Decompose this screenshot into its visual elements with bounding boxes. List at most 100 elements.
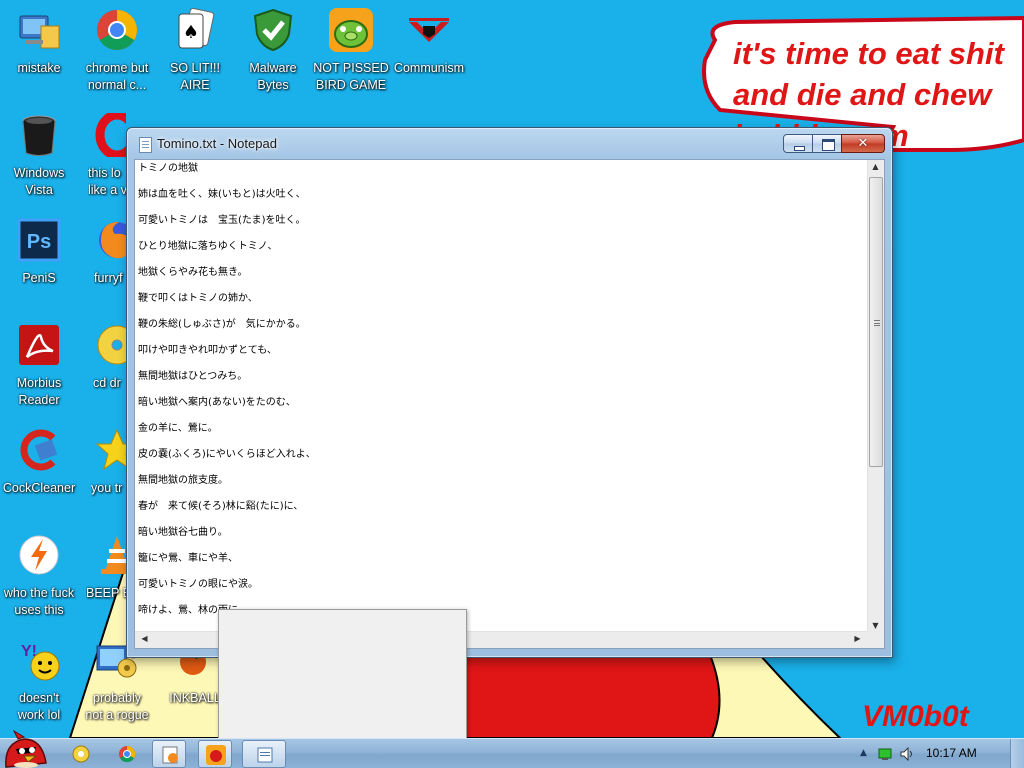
text-line: 春が 来て候(そろ)林に谿(たに)に、 [138,501,304,512]
scroll-up-arrow-icon[interactable]: ▲ [868,162,883,171]
text-line: 地獄くらやみ花も無き。 [138,267,248,278]
computer-folder-icon [19,15,60,49]
desktop-icon-label: cd dr [93,376,121,390]
network-icon[interactable] [878,747,892,761]
desktop-icon-label: doesn't work lol [17,691,61,722]
close-icon: ✕ [857,136,869,151]
maximize-button[interactable] [812,134,842,153]
desktop-icon-communism[interactable]: Communism [390,2,468,102]
notepad-icon [139,137,152,153]
lightning-orb-icon [19,535,59,575]
vertical-scrollbar[interactable]: ▲ ▼ [867,160,884,632]
text-line: トミノの地獄 [138,163,198,174]
desktop-icon-mistake[interactable]: mistake [0,2,78,102]
yahoo-smiley-icon: Y! [21,643,60,681]
desktop-icon-label: BEEP B [86,586,126,600]
taskbar-chrome[interactable] [110,740,144,768]
window-title: Tomino.txt - Notepad [157,136,277,151]
desktop-icon-firefox[interactable]: furryf [78,212,126,312]
scroll-down-arrow-icon[interactable]: ▼ [868,621,883,630]
desktop-icon-bird-game[interactable]: NOT PISSED BIRD GAME [312,2,390,102]
volume-icon[interactable] [900,747,916,761]
text-line: 可愛いトミノの眼にや涙。 [138,579,258,590]
desktop-icon-label: PeniS [22,271,56,285]
desktop-icon-cd-drive[interactable]: cd dr [78,317,126,417]
taskbar: ▲ 10:17 AM [0,729,1024,768]
solitaire-cards-icon: ♠ [178,8,215,49]
minimize-button[interactable] [783,134,813,153]
scroll-left-arrow-icon[interactable]: ◀ [137,634,152,643]
text-line: 鞭で叩くはトミノの姉か、 [138,293,258,304]
blank-popup-window[interactable] [218,609,467,739]
communism-emblem-icon [409,18,449,42]
desktop-icon-chrome[interactable]: chrome but normal c... [78,2,156,102]
text-line: 鞭の朱総(しゅぶさ)が 気にかかる。 [138,319,306,330]
acrobat-reader-icon [19,325,59,365]
desktop-icon-opera[interactable]: this lo like a v [78,107,126,207]
taskbar-explorer[interactable] [64,740,98,768]
desktop-icon-morbius-reader[interactable]: Morbius Reader [0,317,78,417]
desktop-icon-yahoo[interactable]: Y! doesn't work lol [0,632,78,732]
text-line: ひとり地獄に落ちゆくトミノ、 [138,241,278,252]
vlc-cone-icon [101,536,126,574]
desktop-icon-label: CockCleaner [2,481,76,495]
folder-icon [72,745,90,763]
size-grip[interactable] [867,631,884,648]
taskbar-media[interactable] [152,740,186,768]
taskbar-bird-game[interactable] [198,740,232,768]
thumb-grip-icon [874,320,880,326]
svg-text:Ps: Ps [27,231,51,253]
cd-disc-icon [97,325,126,365]
svg-text:♠: ♠ [183,22,199,43]
text-editor[interactable]: トミノの地獄姉は血を吐く、妹(いもと)は火吐く、 可愛いトミノは 宝玉(たま)を吐… [135,160,867,632]
desktop-icon-label: Windows Vista [13,166,65,197]
wall-yellow-figure-right [708,654,843,739]
desktop-icon-label: NOT PISSED BIRD GAME [313,61,389,92]
wallpaper-signature: VM0b0t [862,700,969,733]
recycle-bin-icon [22,115,56,156]
taskbar-notepad[interactable] [242,740,286,768]
desktop-icon-avast[interactable]: who the fuck uses this [0,527,78,627]
text-line: 皮の嚢(ふくろ)にやいくらほど入れよ、 [138,449,316,460]
text-line: 金の羊に、鶯に。 [138,423,218,434]
desktop-icon-label: SO LIT!!! AIRE [169,61,220,92]
system-tray: ▲ 10:17 AM [854,739,1024,768]
desktop-icon-label: you tr [91,481,123,495]
desktop-icon-ccleaner[interactable]: CockCleaner [0,422,78,522]
show-hidden-icons-icon[interactable]: ▲ [860,748,867,758]
text-line: 可愛いトミノは 宝玉(たま)を吐く。 [138,215,306,226]
desktop-icon-label: who the fuck uses this [3,586,75,617]
wall-red-shape [465,654,724,739]
angry-bird-start-orb-icon[interactable] [2,729,48,768]
ccleaner-icon [20,429,58,471]
desktop-icon-solitaire[interactable]: ♠ SO LIT!!! AIRE [156,2,234,102]
desktop-icon-vlc[interactable]: BEEP B [78,527,126,627]
green-pig-icon [329,8,373,52]
desktop-icon-windows-vista[interactable]: Windows Vista [0,107,78,207]
chrome-icon [119,745,136,763]
scrollbar-thumb[interactable] [869,177,883,467]
text-line: 暗い地獄谷七曲り。 [138,527,228,538]
notepad-icon [257,747,273,763]
notepad-window[interactable]: Tomino.txt - Notepad ✕ トミノの地獄姉は血を吐く、妹(いも… [126,127,893,658]
angry-bird-icon [206,745,226,765]
caption-buttons: ✕ [783,134,885,153]
text-line: 暗い地獄へ案内(あない)をたのむ、 [138,397,296,408]
scroll-right-arrow-icon[interactable]: ▶ [850,634,865,643]
show-desktop-button[interactable] [1010,739,1024,768]
desktop-icon-star[interactable]: you tr [78,422,126,522]
notepad-client-area: トミノの地獄姉は血を吐く、妹(いもと)は火吐く、 可愛いトミノは 宝玉(たま)を吐… [134,159,885,649]
desktop-icon-label: probably not a rogue [85,691,149,722]
media-player-icon [162,746,178,764]
clock[interactable]: 10:17 AM [926,746,977,760]
desktop-icon-label: furryf [94,271,123,285]
desktop-icon-malwarebytes[interactable]: Malware Bytes [234,2,312,102]
firefox-icon [99,222,126,259]
desktop-icon-label: chrome but normal c... [85,61,149,92]
chrome-icon [97,10,137,50]
text-line: 無間地獄の旅支度。 [138,475,228,486]
close-button[interactable]: ✕ [841,134,885,153]
desktop-icon-photoshop[interactable]: Ps PeniS [0,212,78,312]
text-line: 姉は血を吐く、妹(いもと)は火吐く、 [138,189,306,200]
shield-check-icon [253,8,293,52]
